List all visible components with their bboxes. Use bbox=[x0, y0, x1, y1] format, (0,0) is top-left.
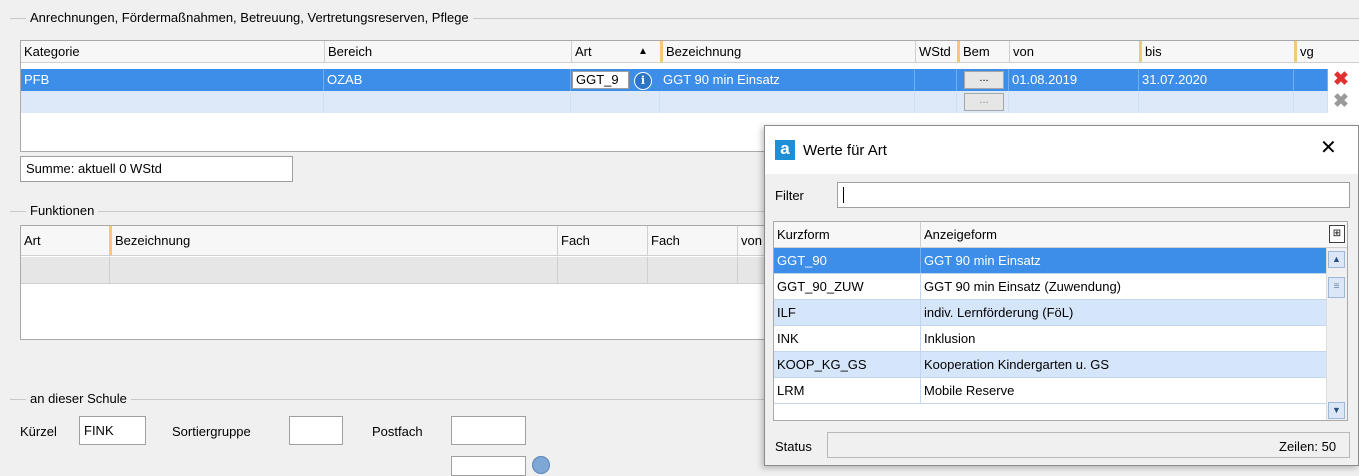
sortiergruppe-input[interactable] bbox=[289, 416, 343, 445]
cell-vg-empty[interactable] bbox=[1294, 91, 1328, 113]
text-caret bbox=[843, 187, 844, 203]
delete-row-disabled-icon: ✖ bbox=[1333, 91, 1349, 112]
column-chooser-icon[interactable]: ⊞ bbox=[1329, 225, 1345, 243]
cell-kurzform[interactable]: LRM bbox=[774, 378, 920, 403]
funktionen-grid-header: Art Bezeichnung Fach Fach von bbox=[21, 226, 771, 256]
col-header-bem[interactable]: Bem bbox=[957, 41, 1009, 62]
sort-ascending-icon: ▲ bbox=[638, 46, 648, 57]
table-row-selected[interactable]: PFB OZAB GGT_9 i GGT 90 min Einsatz ... … bbox=[21, 69, 1328, 91]
list-item[interactable]: ILF indiv. Lernförderung (FöL) bbox=[774, 300, 1327, 326]
postfach-input[interactable] bbox=[451, 416, 526, 445]
cell-anzeigeform[interactable]: Kooperation Kindergarten u. GS bbox=[920, 352, 1327, 377]
filter-label: Filter bbox=[775, 188, 804, 203]
cell-fach-1-empty[interactable] bbox=[558, 257, 648, 284]
cell-kategorie[interactable]: PFB bbox=[21, 69, 324, 91]
cell-kurzform[interactable]: GGT_90 bbox=[774, 248, 920, 273]
postfach-label: Postfach bbox=[372, 424, 423, 439]
cell-von-empty[interactable] bbox=[1009, 91, 1139, 113]
cell-bereich-empty[interactable] bbox=[324, 91, 571, 113]
col-header-von[interactable]: von bbox=[1009, 41, 1139, 62]
cell-anzeigeform[interactable]: GGT 90 min Einsatz bbox=[920, 248, 1327, 273]
werte-grid[interactable]: Kurzform Anzeigeform ⊞ GGT_90 GGT 90 min … bbox=[773, 221, 1348, 421]
col-header-kategorie[interactable]: Kategorie bbox=[21, 41, 324, 62]
info-icon-partial[interactable] bbox=[532, 456, 550, 474]
cell-kurzform[interactable]: INK bbox=[774, 326, 920, 351]
cell-kurzform[interactable]: GGT_90_ZUW bbox=[774, 274, 920, 299]
status-field bbox=[827, 432, 1350, 458]
group-separator-funktionen bbox=[10, 211, 770, 212]
cell-kurzform[interactable]: KOOP_KG_GS bbox=[774, 352, 920, 377]
bem-button-empty[interactable]: ... bbox=[964, 93, 1004, 111]
cell-art-empty[interactable] bbox=[571, 91, 660, 113]
list-item[interactable]: INK Inklusion bbox=[774, 326, 1327, 352]
col-header-bezeichnung[interactable]: Bezeichnung bbox=[660, 41, 915, 62]
funktionen-grid[interactable]: Art Bezeichnung Fach Fach von bbox=[20, 225, 771, 340]
cell-anzeigeform[interactable]: Mobile Reserve bbox=[920, 378, 1327, 403]
group-title-funktionen: Funktionen bbox=[26, 203, 99, 218]
list-item[interactable]: KOOP_KG_GS Kooperation Kindergarten u. GS bbox=[774, 352, 1327, 378]
anrechnungen-grid-header: Kategorie Bereich Art ▲ Bezeichnung WStd… bbox=[21, 41, 1359, 63]
cell-bem-empty[interactable]: ... bbox=[957, 91, 1009, 113]
bem-button[interactable]: ... bbox=[964, 71, 1004, 89]
scroll-thumb[interactable]: ≡ bbox=[1328, 277, 1345, 298]
col-header-fach-1[interactable]: Fach bbox=[557, 226, 647, 255]
list-item[interactable]: GGT_90 GGT 90 min Einsatz bbox=[774, 248, 1327, 274]
col-header-anzeigeform[interactable]: Anzeigeform bbox=[920, 222, 1320, 247]
list-item[interactable]: GGT_90_ZUW GGT 90 min Einsatz (Zuwendung) bbox=[774, 274, 1327, 300]
status-label: Status bbox=[775, 439, 812, 454]
cell-vg[interactable] bbox=[1294, 69, 1328, 91]
dialog-title: Werte für Art bbox=[803, 142, 887, 159]
cell-bezeichnung-empty[interactable] bbox=[660, 91, 915, 113]
col-header-art-label: Art bbox=[575, 44, 592, 59]
col-header-wstd[interactable]: WStd bbox=[915, 41, 959, 62]
cell-bezeichnung[interactable]: GGT 90 min Einsatz bbox=[660, 69, 915, 91]
extra-input-partial[interactable] bbox=[451, 456, 526, 476]
cell-bis[interactable]: 31.07.2020 bbox=[1139, 69, 1294, 91]
info-icon[interactable]: i bbox=[634, 72, 652, 90]
list-item[interactable]: LRM Mobile Reserve bbox=[774, 378, 1327, 404]
filter-input[interactable] bbox=[837, 182, 1350, 208]
cell-art-empty[interactable] bbox=[21, 257, 110, 284]
app-logo-icon: a bbox=[775, 140, 795, 160]
col-header-art[interactable]: Art bbox=[21, 226, 109, 255]
scroll-down-icon[interactable]: ▼ bbox=[1328, 402, 1345, 419]
cell-kurzform[interactable]: ILF bbox=[774, 300, 920, 325]
werte-grid-header: Kurzform Anzeigeform ⊞ bbox=[774, 222, 1347, 248]
funktionen-row-new[interactable] bbox=[21, 257, 771, 284]
cell-bem[interactable]: ... bbox=[957, 69, 1009, 91]
cell-fach-2-empty[interactable] bbox=[648, 257, 738, 284]
col-header-bereich[interactable]: Bereich bbox=[324, 41, 571, 62]
art-input[interactable]: GGT_9 bbox=[572, 71, 629, 89]
werte-fuer-art-dialog: a Werte für Art ✕ Filter Kurzform Anzeig… bbox=[764, 125, 1359, 466]
cell-anzeigeform[interactable]: GGT 90 min Einsatz (Zuwendung) bbox=[920, 274, 1327, 299]
vertical-scrollbar[interactable]: ▲ ≡ ▼ bbox=[1326, 248, 1347, 420]
group-title-anrechnungen: Anrechnungen, Fördermaßnahmen, Betreuung… bbox=[26, 10, 473, 25]
cell-von[interactable]: 01.08.2019 bbox=[1009, 69, 1139, 91]
close-icon[interactable]: ✕ bbox=[1320, 136, 1337, 160]
cell-bezeichnung-empty[interactable] bbox=[110, 257, 558, 284]
summe-field: Summe: aktuell 0 WStd bbox=[20, 156, 293, 182]
col-header-art[interactable]: Art ▲ bbox=[571, 41, 660, 62]
col-header-bis[interactable]: bis bbox=[1139, 41, 1294, 62]
cell-bereich[interactable]: OZAB bbox=[324, 69, 571, 91]
table-row-new[interactable]: ... bbox=[21, 91, 1328, 113]
scroll-up-icon[interactable]: ▲ bbox=[1328, 251, 1345, 268]
delete-row-icon[interactable]: ✖ bbox=[1330, 70, 1352, 90]
zeilen-count: Zeilen: 50 bbox=[1279, 439, 1337, 454]
kuerzel-label: Kürzel bbox=[20, 424, 57, 439]
col-header-bezeichnung[interactable]: Bezeichnung bbox=[109, 226, 557, 255]
cell-anzeigeform[interactable]: Inklusion bbox=[920, 326, 1327, 351]
cell-wstd-empty[interactable] bbox=[915, 91, 957, 113]
cell-bis-empty[interactable] bbox=[1139, 91, 1294, 113]
col-header-kurzform[interactable]: Kurzform bbox=[774, 222, 920, 247]
col-header-fach-2[interactable]: Fach bbox=[647, 226, 737, 255]
cell-kategorie-empty[interactable] bbox=[21, 91, 324, 113]
cell-anzeigeform[interactable]: indiv. Lernförderung (FöL) bbox=[920, 300, 1327, 325]
cell-wstd[interactable] bbox=[915, 69, 957, 91]
sortiergruppe-label: Sortiergruppe bbox=[172, 424, 251, 439]
col-header-vg[interactable]: vg bbox=[1294, 41, 1324, 62]
group-title-schule: an dieser Schule bbox=[26, 391, 131, 406]
kuerzel-input[interactable]: FINK bbox=[79, 416, 146, 445]
cell-art[interactable]: GGT_9 i bbox=[571, 69, 660, 91]
